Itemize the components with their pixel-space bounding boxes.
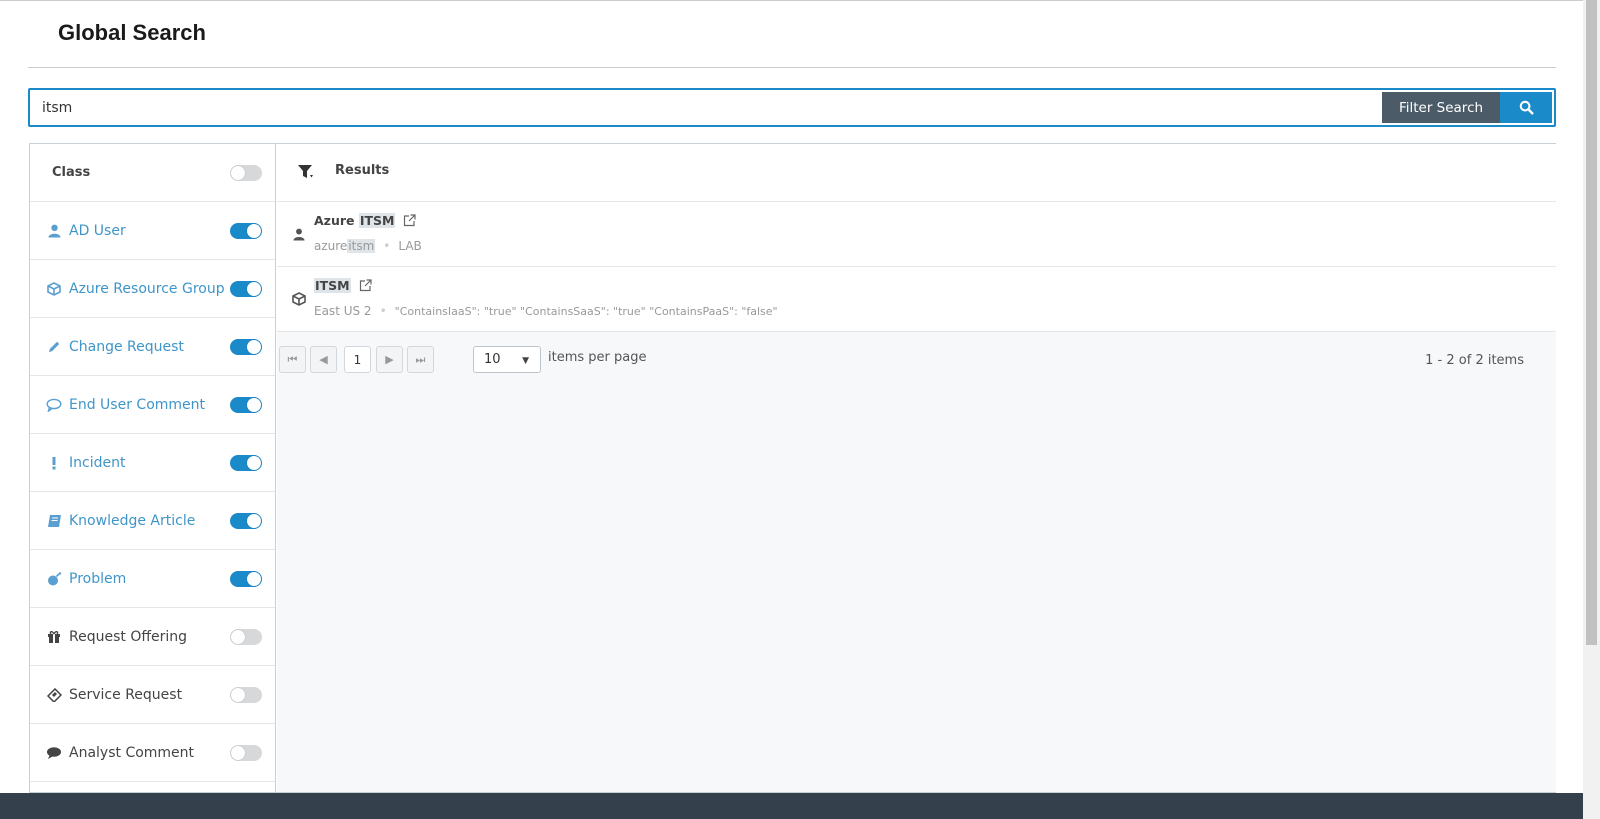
sidebar-item-label: Azure Resource Group bbox=[69, 280, 225, 297]
sidebar-item-label: Change Request bbox=[69, 338, 184, 355]
ad-user-toggle[interactable] bbox=[230, 222, 262, 239]
result-title-text: Azure bbox=[314, 213, 359, 228]
sidebar-item-label: Problem bbox=[69, 570, 127, 587]
external-link-icon[interactable] bbox=[359, 279, 372, 292]
sidebar-item-incident[interactable]: Incident bbox=[30, 434, 275, 492]
knowledge-article-toggle[interactable] bbox=[230, 512, 262, 529]
result-meta: East US 2 • "ContainsIaaS": "true" "Cont… bbox=[314, 304, 778, 318]
sidebar-item-ad-user[interactable]: AD User bbox=[30, 202, 275, 260]
results-title: Results bbox=[335, 163, 390, 178]
problem-toggle[interactable] bbox=[230, 570, 262, 587]
sidebar-item-problem[interactable]: Problem bbox=[30, 550, 275, 608]
gift-icon bbox=[46, 629, 62, 645]
comment-icon bbox=[46, 745, 62, 761]
cube-icon bbox=[46, 281, 62, 297]
last-page-button[interactable]: ⏭ bbox=[407, 346, 434, 373]
search-input[interactable] bbox=[42, 90, 1342, 125]
title-divider bbox=[28, 67, 1556, 68]
filter-icon[interactable] bbox=[297, 164, 315, 184]
page-size-select[interactable]: 10 ▼ bbox=[473, 346, 541, 373]
meta-separator: • bbox=[383, 239, 391, 253]
service-request-toggle[interactable] bbox=[230, 686, 262, 703]
speech-bubble-icon bbox=[46, 397, 62, 413]
result-title[interactable]: ITSM bbox=[314, 278, 372, 293]
pagination: ⏮ ◀ 1 ▶ ⏭ 10 ▼ items per page 1 - 2 of 2… bbox=[277, 341, 1556, 381]
pencil-icon bbox=[46, 339, 62, 355]
meta-separator: • bbox=[379, 304, 387, 318]
search-panel: Class AD User Azure Resource Group Chang… bbox=[29, 143, 1556, 793]
sidebar-item-service-request[interactable]: Service Request bbox=[30, 666, 275, 724]
item-count: 1 - 2 of 2 items bbox=[1425, 353, 1524, 368]
page-size-label: items per page bbox=[548, 350, 647, 365]
change-request-toggle[interactable] bbox=[230, 338, 262, 355]
page-size-value: 10 bbox=[484, 352, 501, 367]
search-icon bbox=[1519, 100, 1534, 115]
sidebar-item-label: Service Request bbox=[69, 686, 183, 703]
exclamation-icon bbox=[46, 455, 62, 471]
results-header: Results bbox=[277, 144, 1556, 202]
sidebar-item-request-offering[interactable]: Request Offering bbox=[30, 608, 275, 666]
class-all-toggle[interactable] bbox=[230, 164, 262, 181]
result-meta-prefix: azure bbox=[314, 239, 348, 253]
page-title: Global Search bbox=[58, 20, 206, 45]
user-icon bbox=[291, 226, 307, 242]
sidebar-item-change-request[interactable]: Change Request bbox=[30, 318, 275, 376]
class-filter-sidebar: Class AD User Azure Resource Group Chang… bbox=[30, 144, 276, 792]
sidebar-item-label: Analyst Comment bbox=[69, 744, 195, 761]
class-header-label: Class bbox=[52, 165, 91, 180]
sidebar-item-label: Incident bbox=[69, 454, 126, 471]
sidebar-item-end-user-comment[interactable]: End User Comment bbox=[30, 376, 275, 434]
result-title[interactable]: Azure ITSM bbox=[314, 213, 417, 228]
sidebar-item-label: End User Comment bbox=[69, 396, 206, 413]
book-icon bbox=[46, 513, 62, 529]
chevron-down-icon: ▼ bbox=[522, 356, 529, 366]
user-icon bbox=[46, 223, 62, 239]
result-title-highlight: ITSM bbox=[358, 213, 396, 228]
azure-resource-group-toggle[interactable] bbox=[230, 280, 262, 297]
sidebar-item-analyst-comment[interactable]: Analyst Comment bbox=[30, 724, 275, 782]
search-bar: Filter Search bbox=[28, 88, 1556, 127]
sidebar-item-label: Knowledge Article bbox=[69, 512, 196, 529]
next-page-button[interactable]: ▶ bbox=[376, 346, 403, 373]
result-meta-suffix: "ContainsIaaS": "true" "ContainsSaaS": "… bbox=[394, 304, 778, 318]
result-item[interactable]: Azure ITSM azure itsm • LAB bbox=[277, 202, 1556, 267]
result-meta-prefix: East US 2 bbox=[314, 304, 372, 318]
class-header: Class bbox=[30, 144, 275, 202]
result-meta-suffix: LAB bbox=[398, 239, 422, 253]
global-search-page: Global Search Filter Search Class AD Use… bbox=[0, 0, 1600, 819]
result-meta: azure itsm • LAB bbox=[314, 239, 422, 253]
filter-search-button[interactable]: Filter Search bbox=[1382, 92, 1500, 123]
cube-icon bbox=[291, 291, 307, 307]
footer-bar bbox=[0, 793, 1583, 819]
sidebar-item-azure-resource-group[interactable]: Azure Resource Group bbox=[30, 260, 275, 318]
result-meta-highlight: itsm bbox=[347, 239, 376, 253]
sidebar-item-label: Request Offering bbox=[69, 628, 188, 645]
scrollbar-thumb[interactable] bbox=[1586, 0, 1597, 645]
page-scrollbar[interactable] bbox=[1583, 0, 1600, 819]
end-user-comment-toggle[interactable] bbox=[230, 396, 262, 413]
sidebar-item-knowledge-article[interactable]: Knowledge Article bbox=[30, 492, 275, 550]
incident-toggle[interactable] bbox=[230, 454, 262, 471]
result-title-highlight: ITSM bbox=[314, 278, 351, 293]
request-offering-toggle[interactable] bbox=[230, 628, 262, 645]
prev-page-button[interactable]: ◀ bbox=[310, 346, 337, 373]
bomb-icon bbox=[46, 571, 62, 587]
analyst-comment-toggle[interactable] bbox=[230, 744, 262, 761]
top-divider bbox=[0, 0, 1583, 1]
sidebar-item-label: AD User bbox=[69, 222, 126, 239]
page-number-button[interactable]: 1 bbox=[344, 346, 371, 373]
first-page-button[interactable]: ⏮ bbox=[279, 346, 306, 373]
ticket-icon bbox=[46, 687, 62, 703]
result-item[interactable]: ITSM East US 2 • "ContainsIaaS": "true" … bbox=[277, 267, 1556, 332]
results-pane: Results Azure ITSM azure itsm • LAB ITSM… bbox=[277, 144, 1556, 792]
search-button[interactable] bbox=[1500, 92, 1552, 123]
external-link-icon[interactable] bbox=[403, 214, 417, 227]
